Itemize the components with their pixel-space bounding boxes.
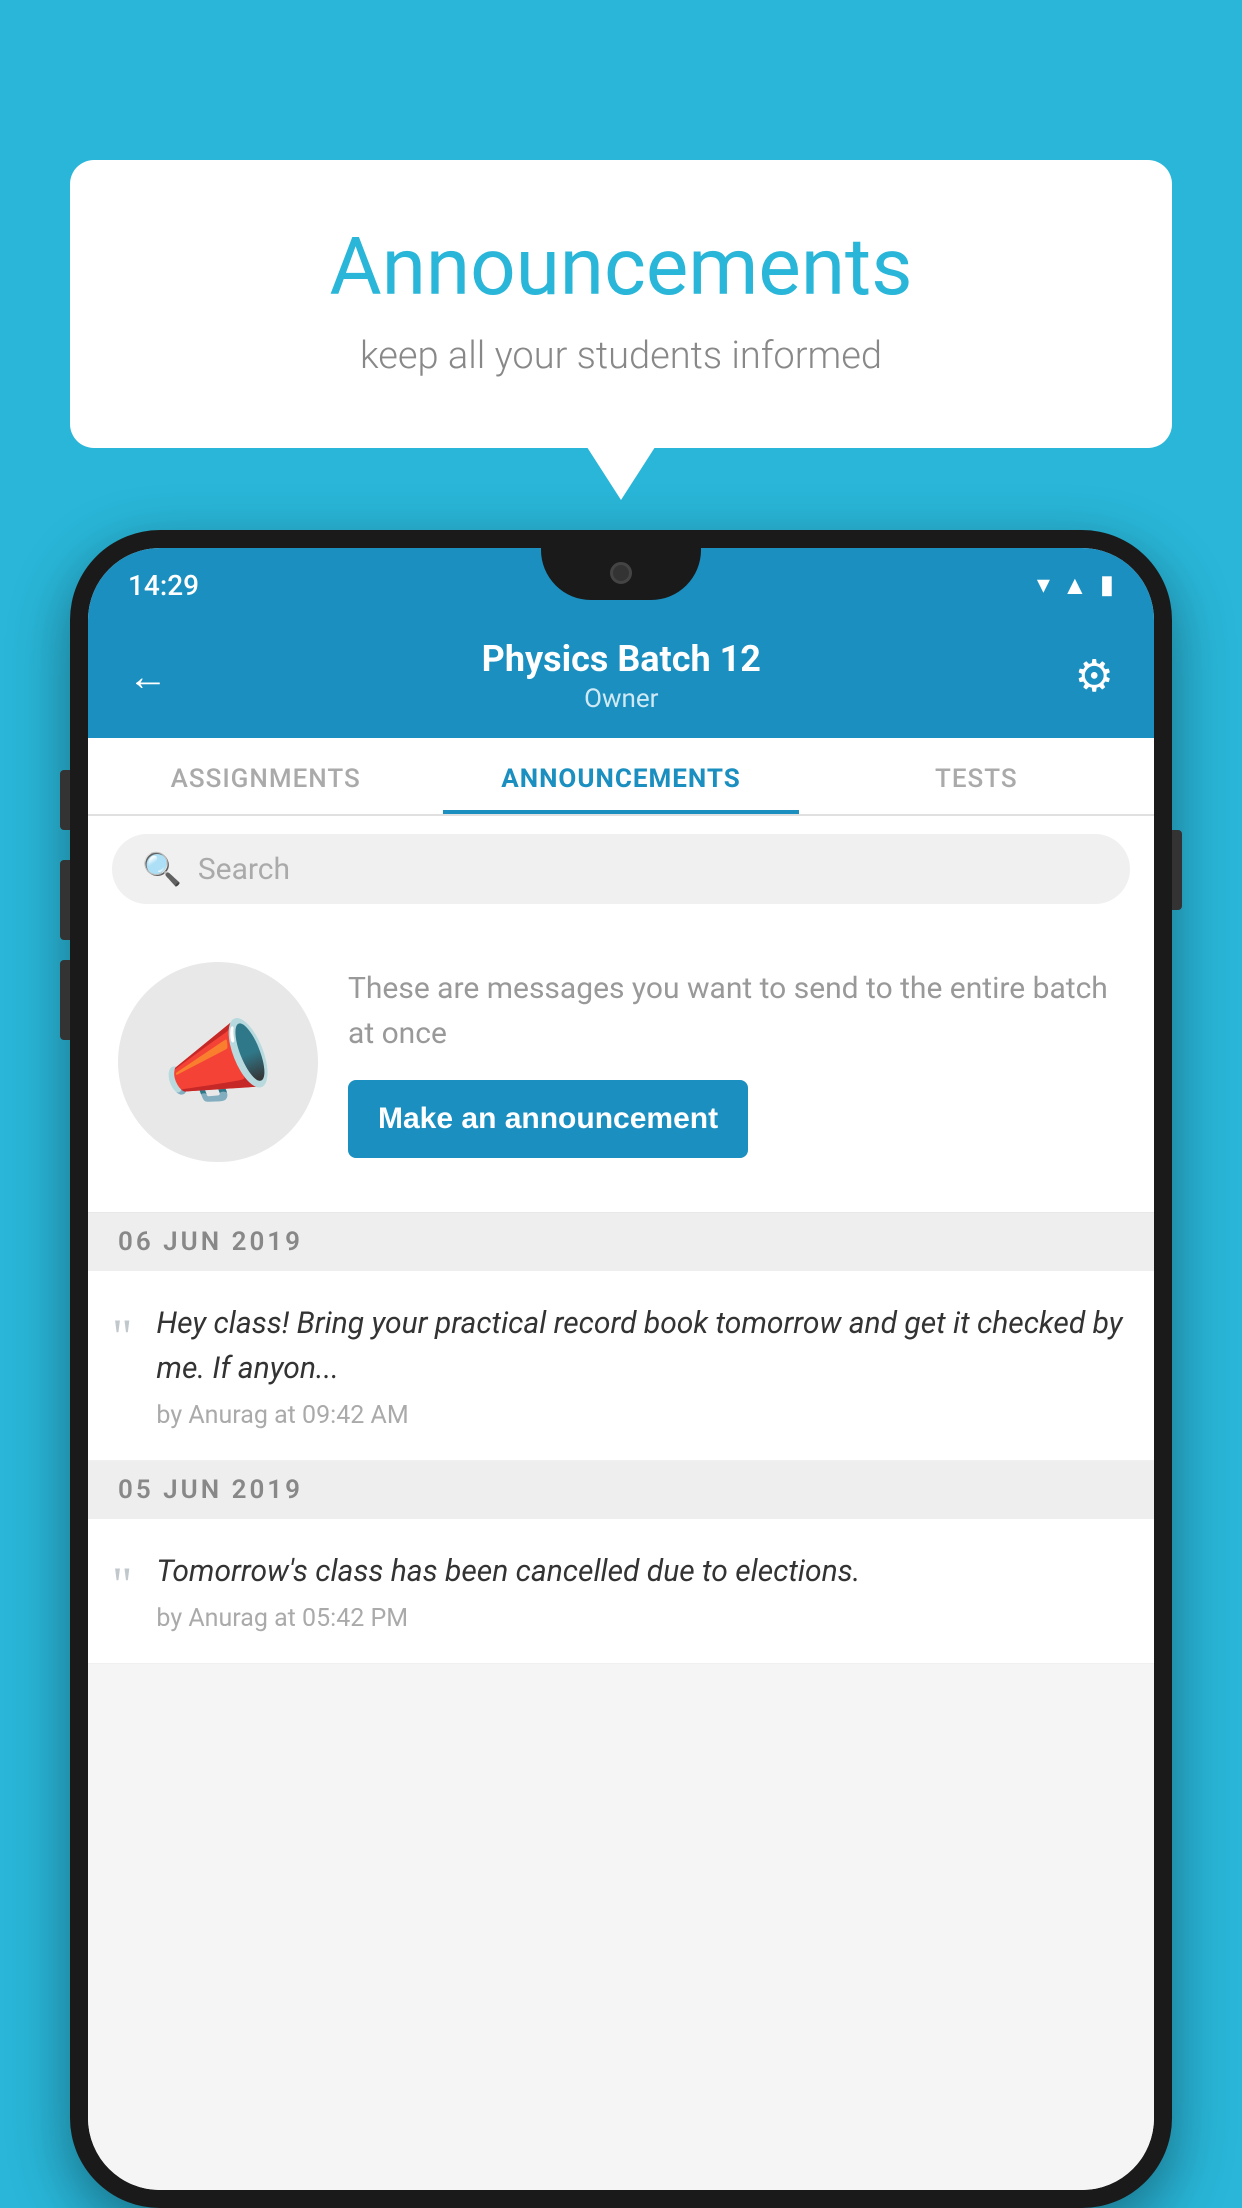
volume-down-button bbox=[60, 860, 70, 940]
volume-up-button bbox=[60, 770, 70, 830]
announcement-text-group-1: Hey class! Bring your practical record b… bbox=[156, 1301, 1124, 1430]
front-camera bbox=[610, 562, 632, 584]
quote-icon-1: " bbox=[112, 1307, 132, 1365]
bubble-subtitle: keep all your students informed bbox=[150, 334, 1092, 378]
signal-icon: ▲ bbox=[1062, 570, 1088, 601]
batch-title: Physics Batch 12 bbox=[168, 638, 1075, 680]
search-placeholder: Search bbox=[198, 852, 290, 887]
bubble-title: Announcements bbox=[150, 220, 1092, 314]
header-title-group: Physics Batch 12 Owner bbox=[168, 638, 1075, 714]
tab-tests[interactable]: TESTS bbox=[799, 738, 1154, 814]
app-header: ← Physics Batch 12 Owner ⚙ bbox=[88, 618, 1154, 738]
date-separator-1: 06 JUN 2019 bbox=[88, 1213, 1154, 1271]
settings-button[interactable]: ⚙ bbox=[1075, 650, 1114, 702]
announcement-meta-2: by Anurag at 05:42 PM bbox=[156, 1604, 1124, 1633]
search-bar-wrapper: 🔍 Search bbox=[88, 816, 1154, 922]
megaphone-circle: 📣 bbox=[118, 962, 318, 1162]
make-announcement-button[interactable]: Make an announcement bbox=[348, 1080, 748, 1158]
tabs-bar: ASSIGNMENTS ANNOUNCEMENTS TESTS bbox=[88, 738, 1154, 816]
phone-outer-shell: 14:29 ▾ ▲ ▮ ← Physics Batch 12 Owner ⚙ bbox=[70, 530, 1172, 2208]
search-bar[interactable]: 🔍 Search bbox=[112, 834, 1130, 904]
power-button bbox=[1172, 830, 1182, 910]
quote-icon-2: " bbox=[112, 1555, 132, 1613]
status-icons: ▾ ▲ ▮ bbox=[1037, 570, 1114, 601]
announcement-message-1: Hey class! Bring your practical record b… bbox=[156, 1301, 1124, 1391]
date-separator-2: 05 JUN 2019 bbox=[88, 1461, 1154, 1519]
phone-notch bbox=[541, 548, 701, 600]
silent-button bbox=[60, 960, 70, 1040]
back-button[interactable]: ← bbox=[128, 653, 168, 700]
status-time: 14:29 bbox=[128, 569, 199, 602]
search-icon: 🔍 bbox=[142, 850, 182, 888]
speech-bubble-card: Announcements keep all your students inf… bbox=[70, 160, 1172, 448]
announcement-item-1: " Hey class! Bring your practical record… bbox=[88, 1271, 1154, 1461]
announcement-prompt-card: 📣 These are messages you want to send to… bbox=[88, 922, 1154, 1213]
announcement-prompt-right: These are messages you want to send to t… bbox=[348, 966, 1124, 1158]
battery-icon: ▮ bbox=[1100, 570, 1114, 600]
batch-role: Owner bbox=[168, 684, 1075, 714]
speech-bubble-section: Announcements keep all your students inf… bbox=[70, 160, 1172, 448]
phone-mockup: 14:29 ▾ ▲ ▮ ← Physics Batch 12 Owner ⚙ bbox=[70, 530, 1172, 2208]
megaphone-icon: 📣 bbox=[162, 1010, 274, 1115]
announcement-text-group-2: Tomorrow's class has been cancelled due … bbox=[156, 1549, 1124, 1633]
content-area: 🔍 Search 📣 These are messages you want t… bbox=[88, 816, 1154, 2190]
tab-announcements[interactable]: ANNOUNCEMENTS bbox=[443, 738, 798, 814]
phone-screen: 14:29 ▾ ▲ ▮ ← Physics Batch 12 Owner ⚙ bbox=[88, 548, 1154, 2190]
tab-assignments[interactable]: ASSIGNMENTS bbox=[88, 738, 443, 814]
wifi-icon: ▾ bbox=[1037, 570, 1050, 600]
announcement-item-2: " Tomorrow's class has been cancelled du… bbox=[88, 1519, 1154, 1664]
announcement-meta-1: by Anurag at 09:42 AM bbox=[156, 1401, 1124, 1430]
announcement-description: These are messages you want to send to t… bbox=[348, 966, 1124, 1056]
announcement-message-2: Tomorrow's class has been cancelled due … bbox=[156, 1549, 1124, 1594]
